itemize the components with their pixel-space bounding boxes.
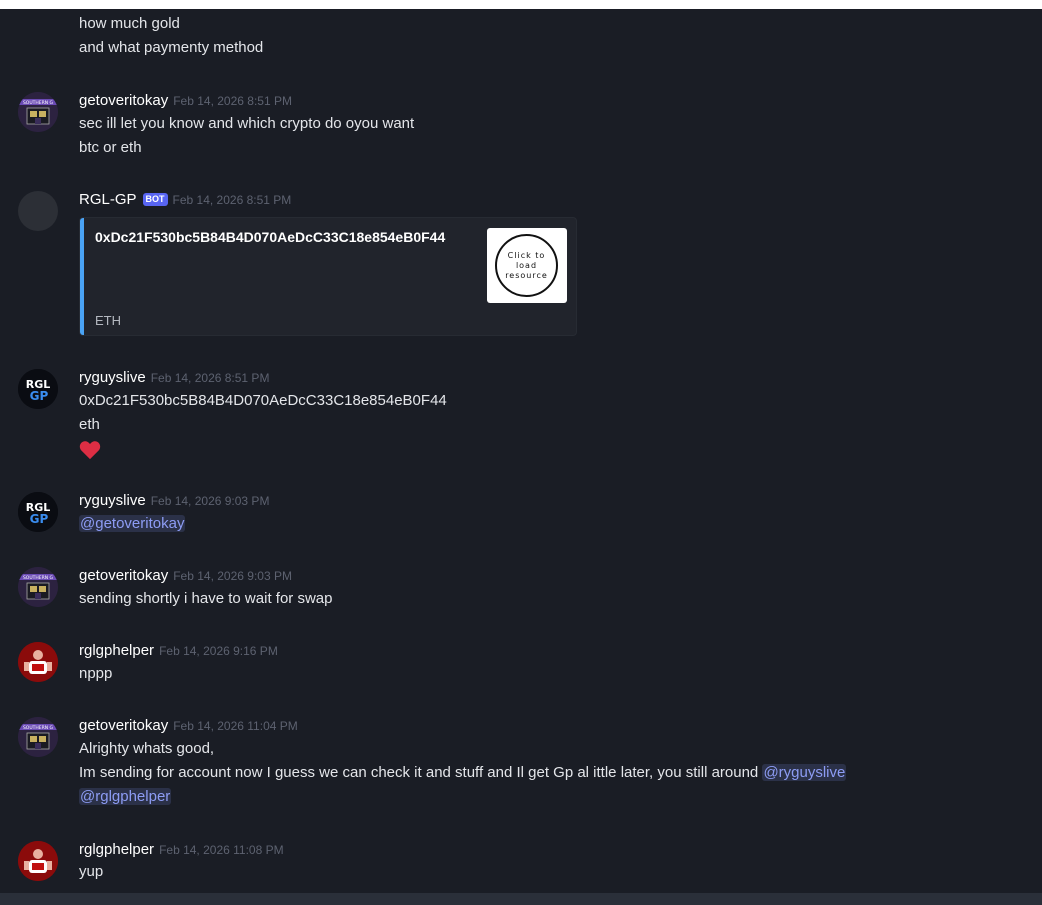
avatar[interactable]: SOUTHERN G (18, 92, 58, 132)
browser-top-edge (0, 0, 1042, 9)
author-name[interactable]: getoveritokay (79, 567, 168, 584)
author-name[interactable]: ryguyslive (79, 369, 146, 386)
message-text: how much gold (79, 15, 180, 32)
author-name[interactable]: ryguyslive (79, 492, 146, 509)
message-text: @rglgphelper (79, 787, 172, 807)
timestamp: Feb 14, 2026 9:03 PM (150, 494, 270, 508)
message-header: getoveritokay Feb 14, 2026 9:03 PM (79, 566, 292, 586)
embed-thumbnail[interactable]: Click to load resource (487, 228, 567, 303)
load-resource-placeholder[interactable]: Click to load resource (495, 234, 558, 297)
message-text: eth (79, 416, 100, 433)
message-text: sec ill let you know and which crypto do… (79, 115, 415, 132)
message-feed[interactable]: how much gold and what paymenty method S… (0, 9, 1042, 893)
avatar[interactable] (18, 642, 58, 682)
embed-title[interactable]: 0xDc21F530bc5B84B4D070AeDcC33C18e854eB0F… (95, 229, 445, 245)
bottom-panel-edge (0, 893, 1042, 905)
timestamp: Feb 14, 2026 9:16 PM (159, 644, 278, 658)
author-name[interactable]: rglgphelper (79, 642, 154, 659)
embed-footer: ETH (95, 313, 121, 328)
embed-accent-bar (80, 218, 84, 335)
rgl-gp-logo-icon: RGL GP (18, 492, 58, 532)
message-text: sending shortly i have to wait for swap (79, 590, 333, 607)
avatar[interactable] (18, 841, 58, 881)
link-embed: 0xDc21F530bc5B84B4D070AeDcC33C18e854eB0F… (79, 217, 577, 336)
timestamp: Feb 14, 2026 9:03 PM (173, 569, 292, 583)
timestamp: Feb 14, 2026 11:04 PM (173, 719, 298, 733)
message-header: ryguyslive Feb 14, 2026 8:51 PM (79, 368, 269, 388)
avatar-label: SOUTHERN G (23, 725, 54, 731)
user-mention[interactable]: @ryguyslive (762, 764, 847, 781)
avatar-label: GP (30, 389, 49, 403)
avatar-label: GP (30, 512, 49, 526)
timestamp: Feb 14, 2026 8:51 PM (172, 193, 292, 207)
timestamp: Feb 14, 2026 8:51 PM (173, 94, 292, 108)
message-header: rglgphelper Feb 14, 2026 9:16 PM (79, 641, 278, 661)
rgl-gp-logo-icon: RGL GP (18, 369, 58, 409)
message-text: btc or eth (79, 139, 142, 156)
southern-avatar-icon: SOUTHERN G (18, 717, 58, 757)
message-text: nppp (79, 665, 113, 682)
helper-avatar-icon (18, 642, 58, 682)
message-text: @getoveritokay (79, 514, 186, 534)
user-mention[interactable]: @getoveritokay (79, 515, 186, 532)
avatar-label: SOUTHERN G (23, 575, 54, 581)
message-text: Im sending for account now I guess we ca… (79, 763, 847, 783)
avatar[interactable] (18, 191, 58, 231)
southern-avatar-icon: SOUTHERN G (18, 92, 58, 132)
southern-avatar-icon: SOUTHERN G (18, 567, 58, 607)
avatar-label: SOUTHERN G (23, 100, 54, 106)
avatar[interactable]: RGL GP (18, 492, 58, 532)
author-name[interactable]: getoveritokay (79, 717, 168, 734)
message-header: getoveritokay Feb 14, 2026 8:51 PM (79, 91, 292, 111)
bot-badge: BOT (142, 193, 168, 206)
avatar[interactable]: SOUTHERN G (18, 717, 58, 757)
message-header: getoveritokay Feb 14, 2026 11:04 PM (79, 716, 298, 736)
message-text: and what paymenty method (79, 39, 264, 56)
author-name[interactable]: rglgphelper (79, 841, 154, 858)
user-mention[interactable]: @rglgphelper (79, 788, 172, 805)
avatar[interactable]: RGL GP (18, 369, 58, 409)
author-name[interactable]: getoveritokay (79, 92, 168, 109)
message-text: yup (79, 863, 104, 880)
message-header: ryguyslive Feb 14, 2026 9:03 PM (79, 491, 269, 511)
message-text-segment: Im sending for account now I guess we ca… (79, 764, 763, 781)
timestamp: Feb 14, 2026 8:51 PM (150, 371, 270, 385)
heart-emoji-icon (79, 441, 101, 460)
message-text: Alrighty whats good, (79, 740, 215, 757)
avatar[interactable]: SOUTHERN G (18, 567, 58, 607)
timestamp: Feb 14, 2026 11:08 PM (159, 843, 284, 857)
message-text: 0xDc21F530bc5B84B4D070AeDcC33C18e854eB0F… (79, 392, 447, 409)
helper-avatar-icon (18, 841, 58, 881)
message-header: RGL-GP BOT Feb 14, 2026 8:51 PM (79, 190, 291, 210)
author-name[interactable]: RGL-GP (79, 191, 137, 208)
message-header: rglgphelper Feb 14, 2026 11:08 PM (79, 840, 284, 860)
